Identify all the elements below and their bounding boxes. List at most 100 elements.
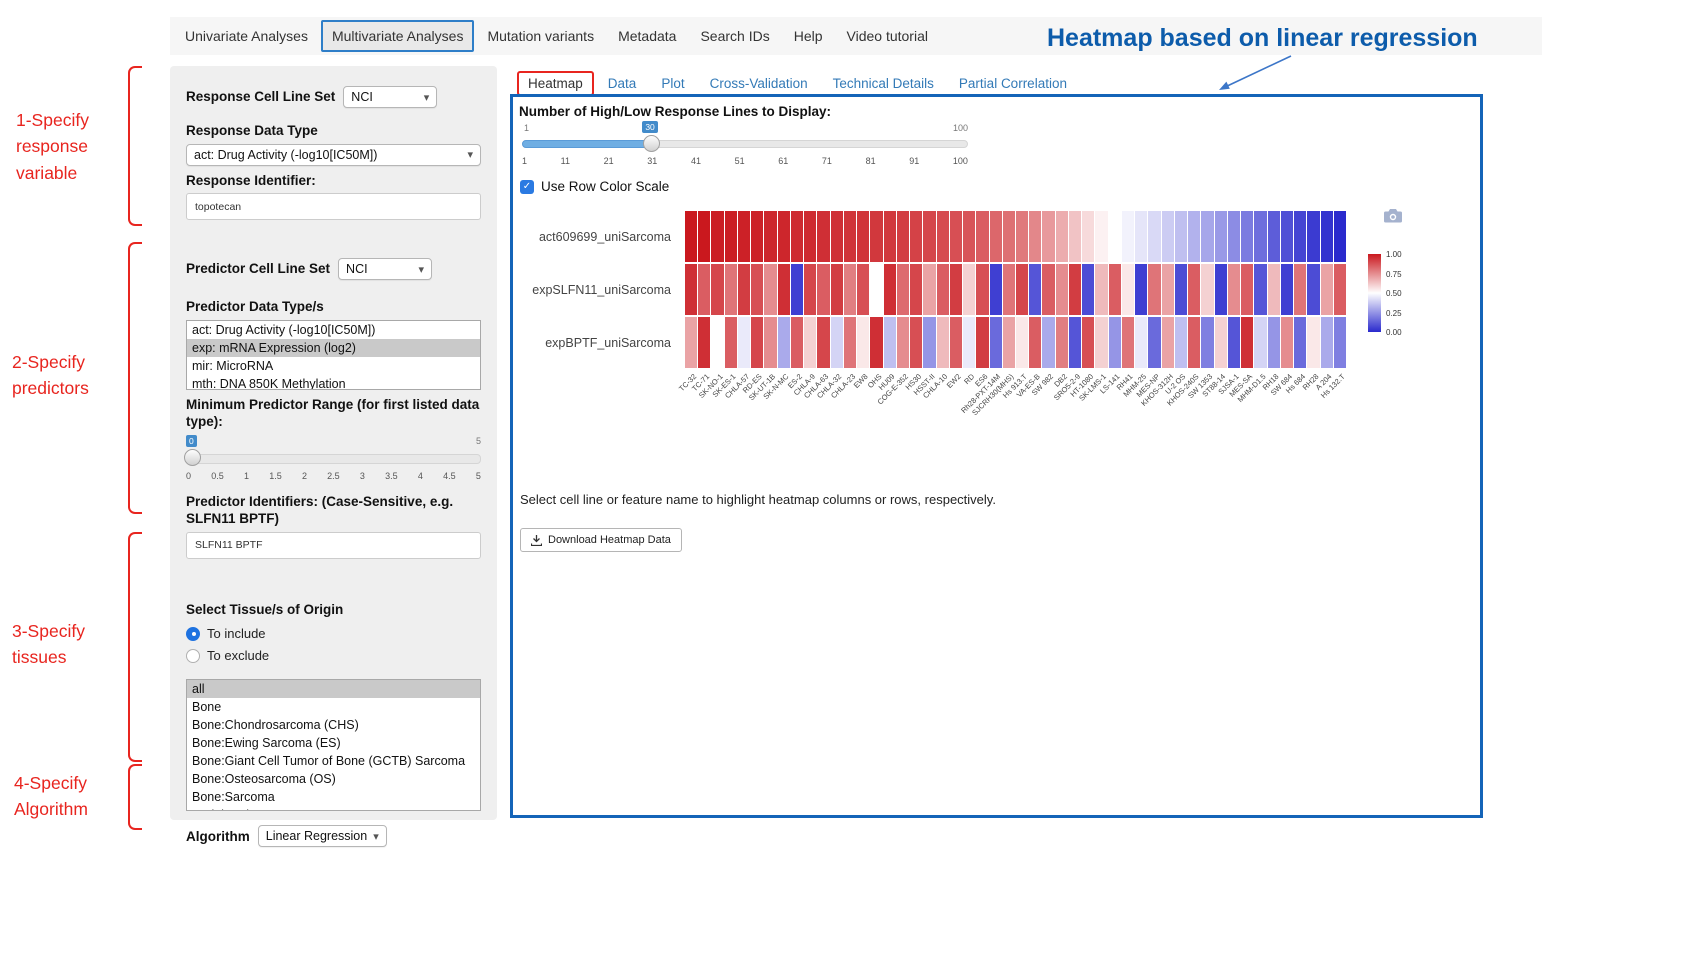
heatmap-cell[interactable]	[844, 211, 856, 262]
tissue-listbox[interactable]: allBoneBone:Chondrosarcoma (CHS)Bone:Ewi…	[186, 679, 481, 811]
heatmap-cell[interactable]	[1148, 264, 1160, 315]
tab-partial-correlation[interactable]: Partial Correlation	[948, 71, 1078, 96]
heatmap-cell[interactable]	[857, 264, 869, 315]
heatmap-cell[interactable]	[778, 264, 790, 315]
heatmap-cell[interactable]	[1254, 264, 1266, 315]
heatmap-cell[interactable]	[1281, 317, 1293, 368]
heatmap-cell[interactable]	[897, 264, 909, 315]
heatmap-cell[interactable]	[963, 211, 975, 262]
predictor-cell-line-set-select[interactable]: NCI ▾	[338, 258, 432, 280]
heatmap-cell[interactable]	[725, 264, 737, 315]
heatmap-cell[interactable]	[1029, 264, 1041, 315]
heatmap-cell[interactable]	[870, 317, 882, 368]
listbox-option-all[interactable]: all	[187, 680, 480, 698]
heatmap-cell[interactable]	[976, 264, 988, 315]
heatmap-cell[interactable]	[698, 264, 710, 315]
heatmap-cell[interactable]	[1201, 317, 1213, 368]
heatmap-row-label-expbptf-unisarcoma[interactable]: expBPTF_uniSarcoma	[518, 317, 678, 368]
heatmap-cell[interactable]	[1162, 317, 1174, 368]
heatmap-cell[interactable]	[725, 211, 737, 262]
heatmap-cell[interactable]	[1201, 264, 1213, 315]
heatmap-cell[interactable]	[937, 317, 949, 368]
heatmap-cell[interactable]	[1122, 211, 1134, 262]
heatmap-cell[interactable]	[1003, 264, 1015, 315]
heatmap-cell[interactable]	[685, 211, 697, 262]
heatmap-row-label-act609699-unisarcoma[interactable]: act609699_uniSarcoma	[518, 211, 678, 262]
heatmap-cell[interactable]	[831, 211, 843, 262]
heatmap-cell[interactable]	[831, 264, 843, 315]
heatmap-cell[interactable]	[1334, 211, 1346, 262]
listbox-option-peripheral-nervous-system[interactable]: Peripheral_Nervous_System	[187, 806, 480, 811]
heatmap-cell[interactable]	[685, 264, 697, 315]
heatmap-cell[interactable]	[990, 211, 1002, 262]
response-data-type-select[interactable]: act: Drug Activity (-log10[IC50M]) ▾	[186, 144, 481, 166]
tab-cross-validation[interactable]: Cross-Validation	[699, 71, 819, 96]
tab-heatmap[interactable]: Heatmap	[517, 71, 594, 96]
heatmap-cell[interactable]	[804, 317, 816, 368]
heatmap-cell[interactable]	[1334, 264, 1346, 315]
heatmap-cell[interactable]	[1321, 211, 1333, 262]
heatmap-cell[interactable]	[1307, 211, 1319, 262]
heatmap-cell[interactable]	[923, 211, 935, 262]
heatmap-cell[interactable]	[1109, 317, 1121, 368]
listbox-option-exp-mrna-expression-log2[interactable]: exp: mRNA Expression (log2)	[187, 339, 480, 357]
heatmap-cell[interactable]	[1003, 211, 1015, 262]
heatmap-cell[interactable]	[1016, 211, 1028, 262]
slider-handle[interactable]	[643, 135, 660, 152]
heatmap-cell[interactable]	[1321, 317, 1333, 368]
heatmap-cell[interactable]	[950, 264, 962, 315]
heatmap-cell[interactable]	[1228, 264, 1240, 315]
heatmap-cell[interactable]	[844, 317, 856, 368]
heatmap-cell[interactable]	[764, 317, 776, 368]
heatmap-cell[interactable]	[711, 317, 723, 368]
heatmap-cell[interactable]	[764, 211, 776, 262]
heatmap-cell[interactable]	[910, 264, 922, 315]
heatmap-cell[interactable]	[1268, 211, 1280, 262]
heatmap-cell[interactable]	[1069, 264, 1081, 315]
heatmap-cell[interactable]	[791, 317, 803, 368]
heatmap-cell[interactable]	[923, 317, 935, 368]
lines-slider[interactable]: 1 100 30	[522, 121, 968, 155]
heatmap-cell[interactable]	[1082, 211, 1094, 262]
heatmap-cell[interactable]	[1334, 317, 1346, 368]
tab-plot[interactable]: Plot	[650, 71, 695, 96]
heatmap-cell[interactable]	[910, 211, 922, 262]
heatmap-cell[interactable]	[698, 317, 710, 368]
heatmap-cell[interactable]	[1201, 211, 1213, 262]
listbox-option-bone-chondrosarcoma-chs[interactable]: Bone:Chondrosarcoma (CHS)	[187, 716, 480, 734]
heatmap-cell[interactable]	[1228, 211, 1240, 262]
tissue-include-radio[interactable]: To include	[186, 626, 481, 641]
heatmap-cell[interactable]	[910, 317, 922, 368]
heatmap-cell[interactable]	[778, 211, 790, 262]
heatmap-cell[interactable]	[1294, 317, 1306, 368]
heatmap-cell[interactable]	[1003, 317, 1015, 368]
heatmap-cell[interactable]	[1029, 211, 1041, 262]
heatmap-cell[interactable]	[817, 264, 829, 315]
min-predictor-range-slider[interactable]: 0 5	[186, 435, 481, 471]
listbox-option-mir-microrna[interactable]: mir: MicroRNA	[187, 357, 480, 375]
heatmap-cell[interactable]	[1056, 264, 1068, 315]
heatmap-cell[interactable]	[1307, 317, 1319, 368]
heatmap-cell[interactable]	[804, 211, 816, 262]
heatmap-cell[interactable]	[1135, 317, 1147, 368]
listbox-option-act-drug-activity-log10-ic50m[interactable]: act: Drug Activity (-log10[IC50M])	[187, 321, 480, 339]
heatmap-cell[interactable]	[1122, 264, 1134, 315]
heatmap-cell[interactable]	[1307, 264, 1319, 315]
heatmap-cell[interactable]	[1281, 211, 1293, 262]
heatmap-cell[interactable]	[685, 317, 697, 368]
heatmap-cell[interactable]	[923, 264, 935, 315]
heatmap-cell[interactable]	[976, 317, 988, 368]
heatmap-cell[interactable]	[751, 317, 763, 368]
heatmap-cell[interactable]	[738, 264, 750, 315]
heatmap-cell[interactable]	[844, 264, 856, 315]
heatmap-cell[interactable]	[1016, 317, 1028, 368]
heatmap-cell[interactable]	[1254, 211, 1266, 262]
heatmap-cell[interactable]	[1241, 317, 1253, 368]
heatmap-cell[interactable]	[857, 317, 869, 368]
heatmap-cell[interactable]	[1188, 317, 1200, 368]
heatmap-cell[interactable]	[1095, 211, 1107, 262]
nav-item-multivariate-analyses[interactable]: Multivariate Analyses	[321, 20, 475, 52]
heatmap-cell[interactable]	[1056, 211, 1068, 262]
heatmap-cell[interactable]	[1294, 264, 1306, 315]
row-color-scale-checkbox[interactable]: ✓ Use Row Color Scale	[520, 179, 669, 194]
